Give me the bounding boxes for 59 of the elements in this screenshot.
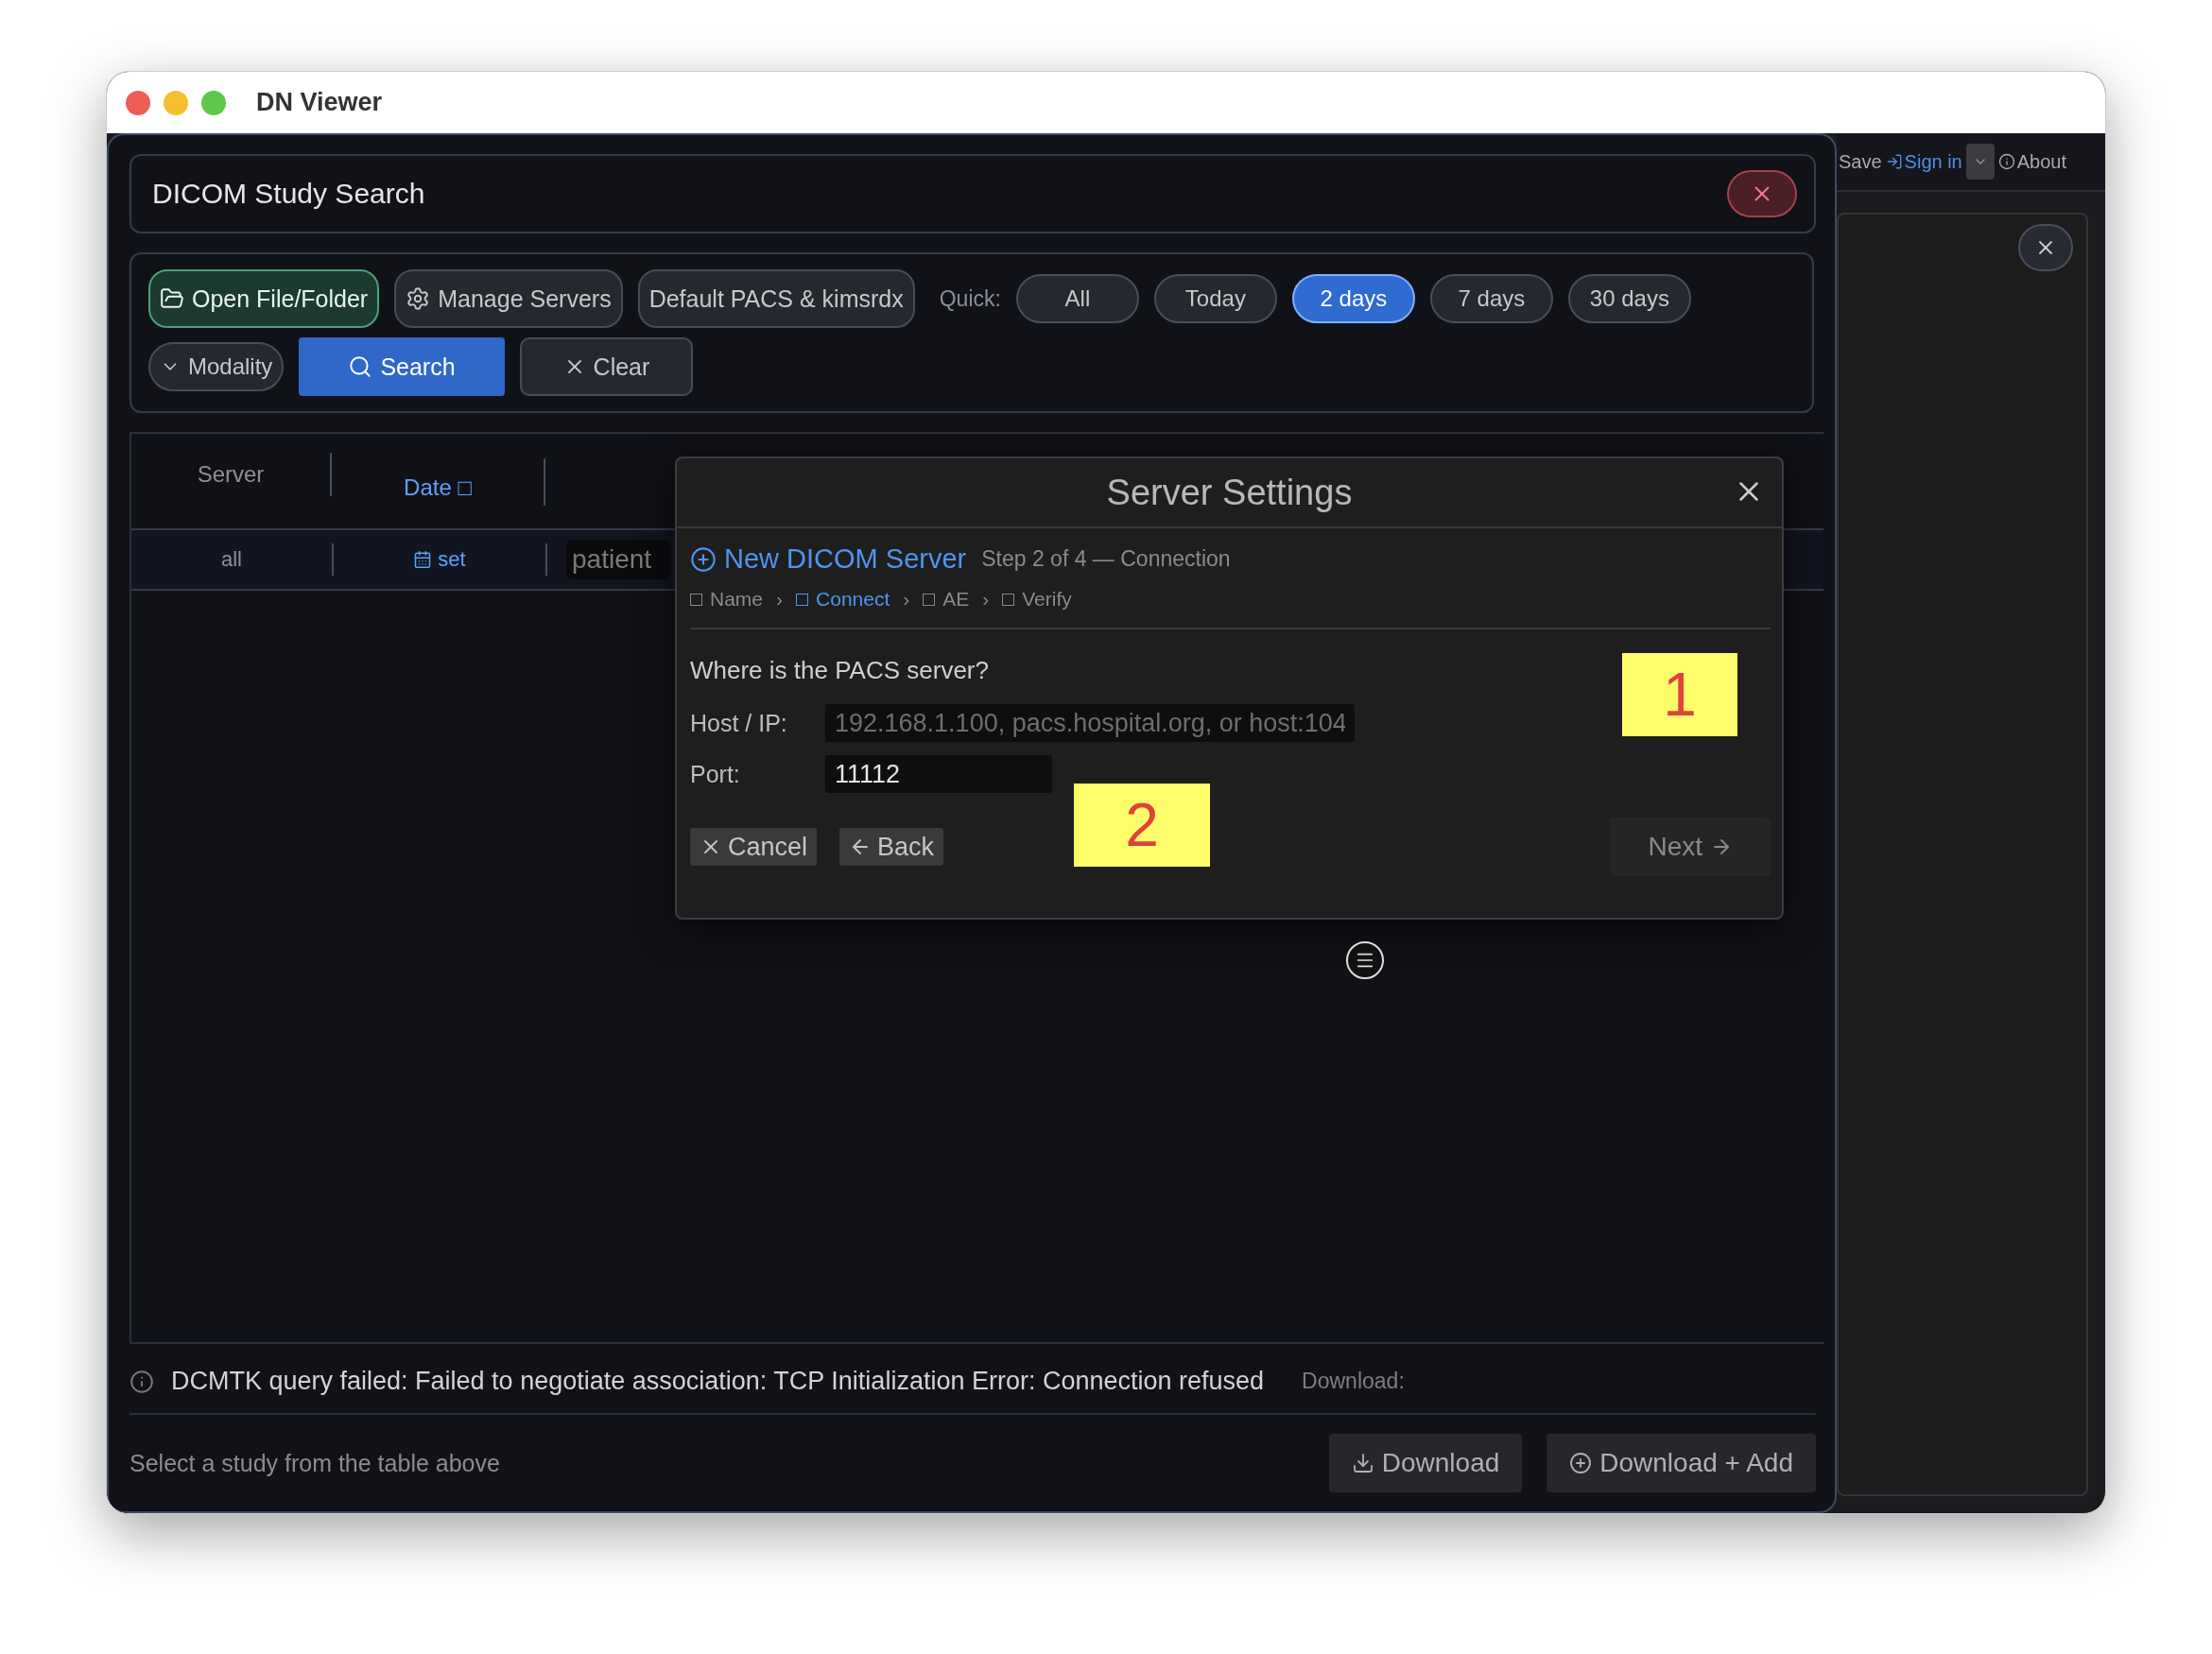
quick-range-button[interactable]: 2 days [1291, 274, 1415, 323]
column-header[interactable]: Date □ [404, 463, 472, 501]
cancel-button[interactable]: Cancel [690, 828, 818, 866]
manage-servers-button[interactable]: Manage Servers [394, 269, 623, 328]
quick-range-button[interactable]: Today [1153, 274, 1277, 323]
host-label: Host / IP: [690, 709, 788, 737]
download-label: Download: [1302, 1369, 1405, 1394]
date-filter[interactable]: set [438, 547, 466, 572]
dialog-title: Server Settings [1106, 472, 1353, 513]
sign-in-icon [1885, 153, 1903, 170]
patient-field[interactable]: patient [566, 540, 670, 579]
dialog-heading: New DICOM Server [690, 543, 967, 575]
clear-button[interactable]: Clear [519, 337, 694, 396]
back-button[interactable]: Back [839, 828, 944, 866]
wizard-step[interactable]: Name [690, 588, 764, 611]
quick-range-button[interactable]: All [1015, 274, 1139, 323]
port-label: Port: [690, 760, 741, 788]
wizard-step[interactable]: Connect [796, 588, 890, 611]
column-header[interactable]: Server [197, 461, 265, 488]
quick-range-button[interactable]: 7 days [1429, 274, 1553, 323]
quick-label: Quick: [939, 285, 1001, 312]
save-link[interactable]: Save [1839, 150, 1882, 173]
error-message: DCMTK query failed: Failed to negotiate association: TCP Initialization Error: Connection refused [171, 1367, 1265, 1396]
question-text: Where is the PACS server? [690, 656, 990, 685]
callout-label: 1 [1622, 653, 1737, 736]
hint-text: Select a study from the table above [130, 1449, 500, 1477]
search-icon [348, 354, 373, 379]
calendar-icon [413, 550, 433, 569]
server-selector-button[interactable]: Default PACS & kimsrdx [637, 269, 915, 328]
server-filter[interactable]: all [221, 547, 242, 572]
about-link[interactable]: About [1997, 150, 2066, 173]
quick-range-button[interactable]: 30 days [1567, 274, 1691, 323]
breadcrumb-separator: › [903, 588, 910, 611]
search-button[interactable]: Search [299, 337, 505, 396]
download-add-button[interactable]: Download + Add [1547, 1434, 1816, 1492]
panel-title: DICOM Study Search [152, 178, 425, 210]
window-title: DN Viewer [256, 88, 383, 117]
dropdown-button[interactable] [1965, 144, 1995, 180]
folder-icon [160, 286, 184, 311]
settings-icon [406, 286, 431, 311]
callout-label: 2 [1074, 784, 1210, 867]
breadcrumb-separator: › [982, 588, 990, 611]
breadcrumb-separator: › [776, 588, 784, 611]
plus-circle-icon [1569, 1452, 1593, 1474]
port-field[interactable]: 11112 [825, 755, 1052, 793]
modality-button[interactable]: Modality [148, 342, 285, 391]
open-file-button[interactable]: Open File/Folder [148, 269, 380, 328]
wizard-step[interactable]: AE [923, 588, 970, 611]
wizard-step[interactable]: Verify [1002, 588, 1072, 611]
close-button[interactable] [2018, 224, 2073, 271]
sign-in-link[interactable]: Sign in [1885, 150, 1962, 173]
plus-circle-icon [690, 545, 717, 573]
download-icon [1351, 1452, 1374, 1474]
info-icon [130, 1369, 154, 1394]
close-window-button[interactable] [126, 90, 150, 115]
info-icon [1997, 153, 2015, 170]
close-button[interactable] [1727, 170, 1797, 217]
step-text: Step 2 of 4 — Connection [981, 546, 1231, 572]
download-button[interactable]: Download [1328, 1434, 1523, 1492]
